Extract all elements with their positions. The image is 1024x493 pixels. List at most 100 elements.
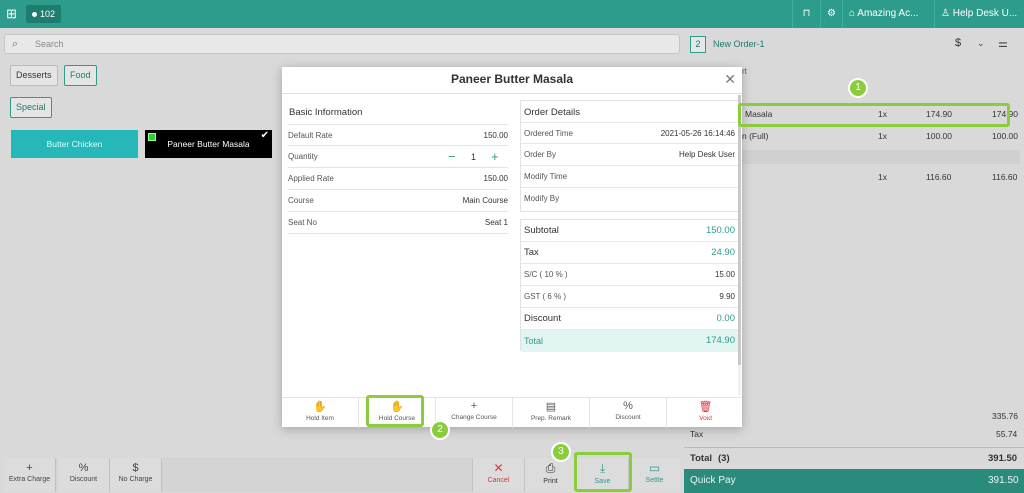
category-food[interactable]: Food — [64, 65, 97, 86]
total-bar: Total (3) 391.50 — [684, 447, 1024, 469]
menu-item-paneer-butter-masala[interactable]: Paneer Butter Masala ✔ — [145, 130, 272, 158]
subcategory-special[interactable]: Special — [10, 97, 52, 118]
default-rate-row: Default Rate 150.00 — [288, 124, 508, 146]
discount-button[interactable]: % Discount — [58, 458, 110, 492]
search-icon: ⌕ — [12, 38, 19, 50]
prep-remark-button[interactable]: ▤ Prep. Remark — [513, 398, 590, 428]
discount-button[interactable]: % Discount — [590, 398, 667, 428]
modal-scrollbar[interactable] — [738, 95, 741, 395]
item-rate: 100.00 — [926, 131, 952, 141]
settle-button[interactable]: ▭ Settle — [628, 458, 680, 492]
no-charge-button[interactable]: $ No Charge — [110, 458, 162, 492]
gear-icon[interactable]: ⚙ — [820, 0, 842, 28]
quick-pay-label: Quick Pay — [690, 475, 736, 486]
seat-label: Seat No — [288, 218, 317, 227]
ordered-time-value: 2021-05-26 16:14:46 — [660, 129, 735, 138]
subtotal-label: Subtotal — [524, 225, 559, 236]
grid-menu-icon[interactable]: ⊞ — [6, 7, 20, 21]
no-dollar-icon: $ — [132, 462, 139, 474]
void-button[interactable]: 🗑 Void — [667, 398, 744, 428]
total-row: Total 174.90 — [521, 330, 739, 352]
scrollbar-thumb[interactable] — [738, 95, 741, 365]
button-label: Change Course — [451, 414, 497, 421]
modal-footer: ✋ Hold Item ✋ Hold Course + Change Course ▤… — [282, 397, 744, 428]
applied-rate-row: Applied Rate 150.00 — [288, 168, 508, 190]
table-selector[interactable]: 102 — [26, 5, 62, 23]
plus-icon: + — [26, 462, 33, 474]
chevron-down-icon[interactable]: ⌄ — [977, 38, 985, 49]
quick-pay-button[interactable]: Quick Pay 391.50 — [684, 469, 1024, 493]
button-label: Prep. Remark — [530, 415, 572, 422]
order-details-heading: Order Details — [524, 107, 580, 118]
check-icon: ✔ — [260, 130, 269, 141]
item-amount: 100.00 — [992, 131, 1018, 141]
print-button[interactable]: ⎙ Print — [524, 458, 576, 492]
order-details-box: Order Details Ordered Time 2021-05-26 16… — [520, 100, 740, 212]
course-value[interactable]: Main Course — [463, 190, 508, 212]
total-label: Total — [690, 453, 712, 464]
user-menu[interactable]: ♙ Help Desk U... — [934, 0, 1024, 28]
modify-by-label: Modify By — [524, 194, 560, 203]
tax-value: 24.90 — [711, 247, 735, 258]
item-rate: 116.60 — [926, 172, 952, 182]
table-layout-icon[interactable]: ⊓ — [792, 0, 820, 28]
tax-label: Tax — [690, 429, 704, 439]
default-rate-label: Default Rate — [288, 131, 333, 140]
cancel-button[interactable]: ✕ Cancel — [472, 458, 524, 492]
minus-icon[interactable]: − — [448, 146, 456, 168]
course-label: Course — [288, 196, 314, 205]
restaurant-name: Amazing Ac... — [857, 8, 919, 19]
order-name[interactable]: New Order-1 — [713, 39, 765, 49]
menu-item-butter-chicken[interactable]: Butter Chicken — [11, 130, 138, 158]
total-label: Total — [524, 336, 544, 346]
button-label: Discount — [615, 414, 641, 421]
category-desserts[interactable]: Desserts — [10, 65, 58, 86]
modal-title: Paneer Butter Masala — [450, 72, 574, 86]
highlight-order-item — [738, 103, 1010, 127]
button-label: Discount — [69, 476, 98, 483]
ordered-time-label: Ordered Time — [524, 129, 573, 138]
item-qty: 1x — [878, 172, 887, 182]
callout-1: 1 — [848, 78, 868, 98]
applied-rate-value[interactable]: 150.00 — [484, 168, 508, 190]
default-rate-value: 150.00 — [483, 131, 508, 140]
seat-value[interactable]: Seat 1 — [485, 212, 508, 234]
item-name: n (Full) — [742, 131, 769, 141]
order-item-row[interactable]: 1x 116.60 116.60 — [742, 167, 1020, 187]
seat-row: Seat No Seat 1 — [288, 212, 508, 234]
button-label: Print — [543, 478, 558, 485]
discount-value: 0.00 — [716, 313, 736, 324]
gst-label: GST ( 6 % ) — [524, 292, 567, 301]
service-charge-value: 15.00 — [714, 270, 735, 279]
order-item-row[interactable]: n (Full) 1x 100.00 100.00 — [742, 126, 1020, 146]
quick-pay-value: 391.50 — [988, 475, 1019, 486]
service-charge-row: S/C ( 10 % ) 15.00 — [521, 264, 739, 286]
plus-icon[interactable]: + — [491, 146, 499, 168]
restaurant-selector[interactable]: ⌂ Amazing Ac... — [842, 0, 934, 28]
quantity-label: Quantity — [288, 152, 318, 161]
button-label: Hold Item — [306, 415, 334, 422]
currency-icon[interactable]: $ — [955, 37, 961, 49]
divider — [282, 93, 742, 94]
order-by-label: Order By — [524, 150, 557, 159]
quantity-value[interactable]: 1 — [471, 146, 476, 168]
button-label: Extra Charge — [8, 476, 51, 483]
highlight-hold-course — [366, 395, 424, 427]
extra-charge-button[interactable]: + Extra Charge — [4, 458, 56, 492]
callout-2: 2 — [430, 420, 450, 440]
quantity-row: Quantity − 1 + — [288, 146, 508, 168]
search-bar[interactable]: ⌕ Search — [4, 34, 680, 54]
item-detail-modal: Paneer Butter Masala ✕ Basic Information… — [282, 67, 744, 428]
user-icon: ♙ — [941, 8, 953, 19]
subtotal-value: 335.76 — [992, 411, 1018, 421]
search-input[interactable]: Search — [35, 39, 64, 49]
trash-icon: 🗑 — [698, 401, 713, 413]
subtotal-value: 150.00 — [705, 225, 735, 236]
modify-time-label: Modify Time — [524, 172, 568, 181]
gst-value: 9.90 — [719, 292, 735, 301]
tax-row: Tax 24.90 — [521, 242, 739, 264]
filter-icon[interactable]: ⚌ — [998, 37, 1008, 50]
item-amount: 116.60 — [992, 172, 1018, 182]
close-icon[interactable]: ✕ — [724, 71, 736, 88]
hold-item-button[interactable]: ✋ Hold Item — [282, 398, 359, 428]
